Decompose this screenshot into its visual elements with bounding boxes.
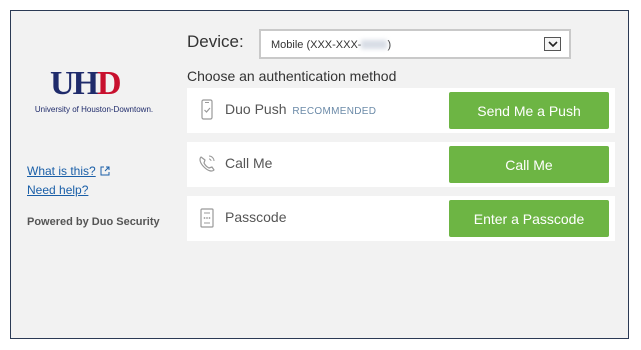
- recommended-badge: RECOMMENDED: [292, 106, 377, 117]
- uhd-logo: UHD University of Houston-Downtown.: [29, 67, 159, 117]
- passcode-icon: [197, 207, 217, 229]
- redacted-digits: [361, 40, 388, 49]
- method-label-call-me: Call Me: [225, 155, 273, 171]
- what-is-this-label: What is this?: [27, 164, 96, 178]
- call-me-button[interactable]: Call Me: [449, 146, 609, 183]
- phone-call-icon: [197, 153, 217, 175]
- method-row-duo-push: Duo Push RECOMMENDED Send Me a Push: [187, 88, 615, 133]
- device-select[interactable]: Mobile (XXX-XXX-): [259, 29, 571, 59]
- chevron-down-icon[interactable]: [544, 37, 561, 51]
- device-select-value: Mobile (XXX-XXX-): [271, 39, 392, 51]
- powered-by-duo: Powered by Duo Security: [27, 216, 160, 228]
- method-label-duo-push: Duo Push RECOMMENDED: [225, 101, 377, 117]
- duo-prompt-frame: UHD University of Houston-Downtown. What…: [10, 10, 629, 339]
- external-link-icon: [100, 165, 110, 176]
- method-row-call-me: Call Me Call Me: [187, 142, 615, 187]
- choose-method-heading: Choose an authentication method: [187, 68, 397, 84]
- method-row-passcode: Passcode Enter a Passcode: [187, 196, 615, 241]
- uhd-logo-caption: University of Houston-Downtown.: [34, 105, 154, 114]
- send-push-button[interactable]: Send Me a Push: [449, 92, 609, 129]
- device-label: Device:: [187, 32, 244, 51]
- phone-push-icon: [197, 99, 217, 121]
- method-label-passcode: Passcode: [225, 209, 287, 225]
- enter-passcode-button[interactable]: Enter a Passcode: [449, 200, 609, 237]
- need-help-link[interactable]: Need help?: [27, 183, 88, 197]
- uhd-logo-mark: UHD: [50, 65, 122, 102]
- what-is-this-link[interactable]: What is this?: [27, 164, 110, 178]
